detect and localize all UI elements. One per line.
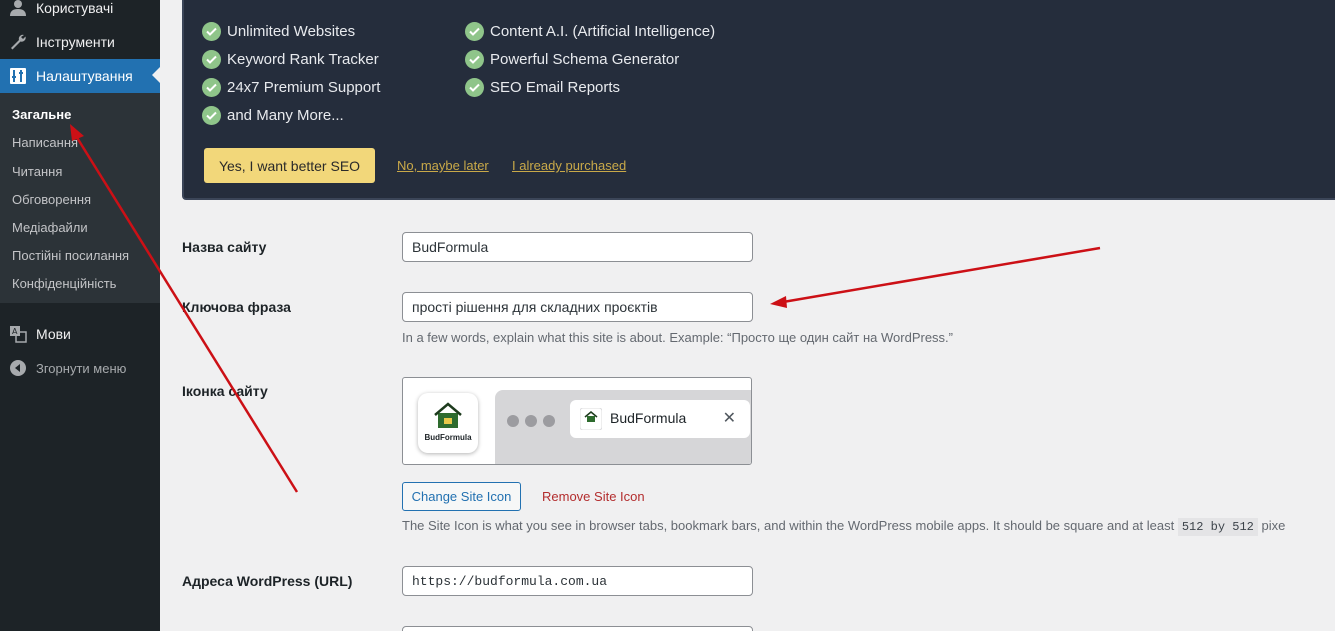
settings-submenu: Загальне Написання Читання Обговорення М… [0, 93, 160, 303]
feature-item: Content A.I. (Artificial Intelligence) [465, 22, 715, 41]
window-dot [507, 415, 519, 427]
house-logo-icon [434, 402, 462, 428]
feature-item: Keyword Rank Tracker [202, 50, 379, 69]
translate-icon: A [0, 325, 36, 343]
submenu-permalinks[interactable]: Постійні посилання [12, 248, 129, 263]
tagline-description: In a few words, explain what this site i… [402, 330, 953, 345]
site-icon-label: Іконка сайту [182, 383, 268, 399]
site-icon-preview: BudFormula BudFormula ✕ [402, 377, 752, 465]
tab-title: BudFormula [610, 410, 687, 426]
check-icon [202, 78, 221, 97]
menu-label-users: Користувачі [36, 0, 114, 16]
feature-label: Keyword Rank Tracker [227, 51, 379, 68]
check-icon [465, 22, 484, 41]
feature-item: Unlimited Websites [202, 22, 355, 41]
better-seo-button[interactable]: Yes, I want better SEO [204, 148, 375, 183]
site-icon-description: The Site Icon is what you see in browser… [402, 518, 1286, 536]
maybe-later-link[interactable]: No, maybe later [397, 158, 489, 173]
change-site-icon-button[interactable]: Change Site Icon [402, 482, 521, 511]
feature-label: SEO Email Reports [490, 79, 621, 96]
svg-text:A: A [12, 327, 18, 336]
already-purchased-link[interactable]: I already purchased [512, 158, 626, 173]
wrench-icon [0, 33, 36, 51]
check-icon [202, 22, 221, 41]
users-icon [0, 0, 36, 17]
favicon-icon [580, 408, 602, 430]
collapse-label: Згорнути меню [36, 360, 127, 376]
close-icon: ✕ [722, 410, 736, 427]
feature-label: Content A.I. (Artificial Intelligence) [490, 23, 716, 40]
admin-sidebar: Користувачі Інструменти Налаштування Заг… [0, 0, 160, 631]
menu-item-settings[interactable]: Налаштування [0, 59, 160, 93]
collapse-icon [0, 360, 36, 376]
feature-item: and Many More... [202, 106, 344, 125]
menu-label-tools: Інструменти [36, 34, 115, 50]
annotation-arrow [770, 246, 1101, 308]
active-indicator [152, 67, 160, 83]
site-url-input[interactable] [402, 626, 753, 631]
submenu-media[interactable]: Медіафайли [12, 220, 88, 235]
check-icon [202, 106, 221, 125]
submenu-discussion[interactable]: Обговорення [12, 192, 91, 207]
menu-label-settings: Налаштування [36, 68, 133, 84]
icon-size-code: 512 by 512 [1177, 518, 1258, 536]
check-icon [202, 50, 221, 69]
remove-site-icon-link[interactable]: Remove Site Icon [542, 489, 645, 504]
tagline-label: Ключова фраза [182, 299, 291, 315]
submenu-general[interactable]: Загальне [12, 107, 71, 122]
menu-item-tools[interactable]: Інструменти [0, 25, 160, 59]
icon-desc-tail: pixe [1261, 518, 1286, 533]
icon-desc-text: The Site Icon is what you see in browser… [402, 518, 1175, 533]
site-title-input[interactable]: BudFormula [402, 232, 753, 262]
browser-tab: BudFormula ✕ [570, 400, 750, 438]
wordpress-url-label: Адреса WordPress (URL) [182, 573, 353, 589]
tagline-input[interactable]: прості рішення для складних проєктів [402, 292, 753, 322]
settings-icon [0, 67, 36, 85]
collapse-menu-button[interactable]: Згорнути меню [0, 356, 160, 380]
window-dot [543, 415, 555, 427]
feature-label: and Many More... [227, 107, 344, 124]
seo-upsell-box: Unlimited Websites Keyword Rank Tracker … [182, 0, 1335, 200]
check-icon [465, 78, 484, 97]
check-icon [465, 50, 484, 69]
window-dot [525, 415, 537, 427]
feature-label: 24x7 Premium Support [227, 79, 381, 96]
site-title-label: Назва сайту [182, 239, 267, 255]
menu-item-languages[interactable]: A Мови [0, 317, 160, 351]
feature-label: Powerful Schema Generator [490, 51, 680, 68]
app-icon-preview: BudFormula [418, 393, 478, 453]
menu-label-languages: Мови [36, 326, 71, 342]
submenu-privacy[interactable]: Конфіденційність [12, 276, 116, 291]
submenu-reading[interactable]: Читання [12, 164, 62, 179]
submenu-writing[interactable]: Написання [12, 135, 78, 150]
app-icon-brand: BudFormula [424, 433, 472, 442]
browser-tab-preview: BudFormula ✕ [495, 390, 751, 464]
wordpress-url-input[interactable]: https://budformula.com.ua [402, 566, 753, 596]
feature-item: Powerful Schema Generator [465, 50, 679, 69]
feature-item: 24x7 Premium Support [202, 78, 380, 97]
feature-item: SEO Email Reports [465, 78, 620, 97]
feature-label: Unlimited Websites [227, 23, 356, 40]
menu-item-users[interactable]: Користувачі [0, 0, 160, 25]
